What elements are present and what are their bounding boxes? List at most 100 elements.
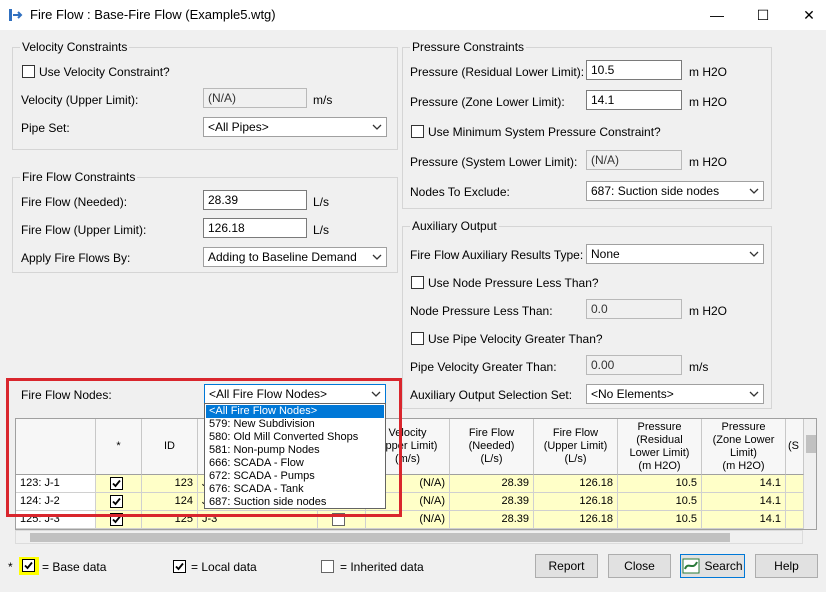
nodes-to-exclude-label: Nodes To Exclude: (410, 185, 510, 199)
pressure-system-unit: m H2O (689, 155, 728, 169)
report-button[interactable]: Report (535, 554, 598, 578)
pipe-set-value: <All Pipes> (208, 120, 269, 134)
legend-local-checkbox (173, 560, 186, 573)
pipe-velocity-greater-unit: m/s (689, 360, 709, 374)
grid-cell-next[interactable] (786, 511, 804, 529)
use-pipe-velocity-checkbox[interactable] (411, 332, 424, 345)
nodes-to-exclude-combo[interactable]: 687: Suction side nodes (586, 181, 764, 201)
node-pressure-less-label: Node Pressure Less Than: (410, 304, 553, 318)
fire-flow-needed-field[interactable]: 28.39 (203, 190, 307, 210)
grid-header-pressure-zone[interactable]: Pressure (Zone Lower Limit) (m H2O) (702, 419, 786, 475)
grid-cell-upper[interactable]: 126.18 (534, 493, 618, 511)
aux-results-type-value: None (591, 247, 620, 261)
close-window-button[interactable]: ✕ (786, 0, 832, 30)
checkmark-icon (175, 562, 184, 571)
fire-flow-upper-unit: L/s (313, 223, 330, 237)
legend-inherited-label: = Inherited data (340, 560, 424, 574)
header-line: Pressure (637, 420, 682, 433)
legend-base-checkbox (22, 559, 35, 572)
grid-cell-zone[interactable]: 14.1 (702, 511, 786, 529)
fire-flow-needed-label: Fire Flow (Needed): (21, 195, 128, 209)
use-velocity-label: Use Velocity Constraint? (39, 65, 170, 79)
grid-header-next[interactable]: (S (786, 419, 804, 475)
aux-selection-set-label: Auxiliary Output Selection Set: (410, 388, 573, 402)
pipe-set-combo[interactable]: <All Pipes> (203, 117, 387, 137)
close-button[interactable]: Close (608, 554, 671, 578)
grid-cell-next[interactable] (786, 475, 804, 493)
header-line: (Upper Limit) (543, 440, 608, 452)
header-line: Fire Flow (468, 427, 515, 439)
checkmark-icon (24, 561, 33, 570)
velocity-upper-label: Velocity (Upper Limit): (21, 93, 139, 107)
grid-cell-residual[interactable]: 10.5 (618, 511, 702, 529)
grid-cell-residual[interactable]: 10.5 (618, 475, 702, 493)
use-node-pressure-label: Use Node Pressure Less Than? (428, 276, 599, 290)
use-min-system-pressure-checkbox[interactable] (411, 125, 424, 138)
node-pressure-less-unit: m H2O (689, 304, 728, 318)
maximize-button[interactable]: ☐ (740, 0, 786, 30)
h-scroll-thumb[interactable] (30, 533, 730, 542)
pressure-residual-field[interactable]: 10.5 (586, 60, 682, 80)
grid-header-pressure-residual[interactable]: Pressure (Residual Lower Limit) (m H2O) (618, 419, 702, 475)
header-line: (m H2O) (638, 459, 681, 472)
aux-selection-set-value: <No Elements> (591, 387, 674, 401)
velocity-upper-unit: m/s (313, 93, 333, 107)
auxiliary-output-title: Auxiliary Output (410, 219, 499, 233)
search-button-label: Search (704, 559, 743, 573)
grid-horizontal-scrollbar[interactable] (15, 530, 803, 544)
header-line: Limit) (730, 446, 757, 459)
search-button[interactable]: Search (680, 554, 745, 578)
legend-base-label: = Base data (42, 560, 107, 574)
use-pipe-velocity-label: Use Pipe Velocity Greater Than? (428, 332, 603, 346)
scroll-thumb[interactable] (806, 435, 816, 453)
aux-results-type-combo[interactable]: None (586, 244, 764, 264)
header-line: (Residual (636, 433, 683, 446)
window-title: Fire Flow : Base-Fire Flow (Example5.wtg… (30, 7, 276, 22)
chevron-down-icon (749, 391, 759, 397)
pressure-zone-field[interactable]: 14.1 (586, 90, 682, 110)
pressure-constraints-title: Pressure Constraints (410, 40, 527, 54)
background-window-edge (826, 30, 834, 592)
grid-cell-upper[interactable]: 126.18 (534, 511, 618, 529)
node-pressure-less-field[interactable]: 0.0 (586, 299, 682, 319)
velocity-upper-field[interactable]: (N/A) (203, 88, 307, 108)
grid-cell-zone[interactable]: 14.1 (702, 475, 786, 493)
grid-header-fire-flow-needed[interactable]: Fire Flow (Needed) (L/s) (450, 419, 534, 475)
header-line: Lower Limit) (629, 446, 690, 459)
minimize-button[interactable]: — (694, 0, 740, 30)
grid-cell-upper[interactable]: 126.18 (534, 475, 618, 493)
pressure-system-field[interactable]: (N/A) (586, 150, 682, 170)
fire-flow-upper-field[interactable]: 126.18 (203, 218, 307, 238)
pressure-zone-unit: m H2O (689, 95, 728, 109)
base-data-swatch (19, 557, 39, 575)
apply-fire-flows-combo[interactable]: Adding to Baseline Demand (203, 247, 387, 267)
legend-star: * (8, 560, 13, 574)
minimize-icon: — (710, 7, 724, 23)
header-line: (L/s) (480, 453, 503, 465)
grid-cell-zone[interactable]: 14.1 (702, 493, 786, 511)
aux-selection-set-combo[interactable]: <No Elements> (586, 384, 764, 404)
use-min-system-pressure-label: Use Minimum System Pressure Constraint? (428, 125, 661, 139)
search-icon (682, 558, 700, 574)
grid-cell-next[interactable] (786, 493, 804, 511)
pressure-residual-unit: m H2O (689, 65, 728, 79)
grid-cell-needed[interactable]: 28.39 (450, 493, 534, 511)
use-node-pressure-checkbox[interactable] (411, 276, 424, 289)
pressure-system-label: Pressure (System Lower Limit): (410, 155, 578, 169)
help-button[interactable]: Help (755, 554, 818, 578)
grid-cell-needed[interactable]: 28.39 (450, 475, 534, 493)
header-line: Fire Flow (552, 427, 599, 439)
pipe-velocity-greater-field[interactable]: 0.00 (586, 355, 682, 375)
header-line: (L/s) (564, 453, 587, 465)
fire-flow-upper-label: Fire Flow (Upper Limit): (21, 223, 147, 237)
grid-header-fire-flow-upper[interactable]: Fire Flow (Upper Limit) (L/s) (534, 419, 618, 475)
grid-cell-residual[interactable]: 10.5 (618, 493, 702, 511)
pressure-zone-label: Pressure (Zone Lower Limit): (410, 95, 565, 109)
close-icon: ✕ (803, 6, 815, 23)
use-velocity-checkbox[interactable] (22, 65, 35, 78)
grid-vertical-scrollbar[interactable] (804, 419, 816, 529)
grid-cell-needed[interactable]: 28.39 (450, 511, 534, 529)
fire-flow-app-icon (8, 7, 24, 23)
apply-fire-flows-label: Apply Fire Flows By: (21, 251, 131, 265)
header-line: (Zone Lower (712, 433, 775, 446)
